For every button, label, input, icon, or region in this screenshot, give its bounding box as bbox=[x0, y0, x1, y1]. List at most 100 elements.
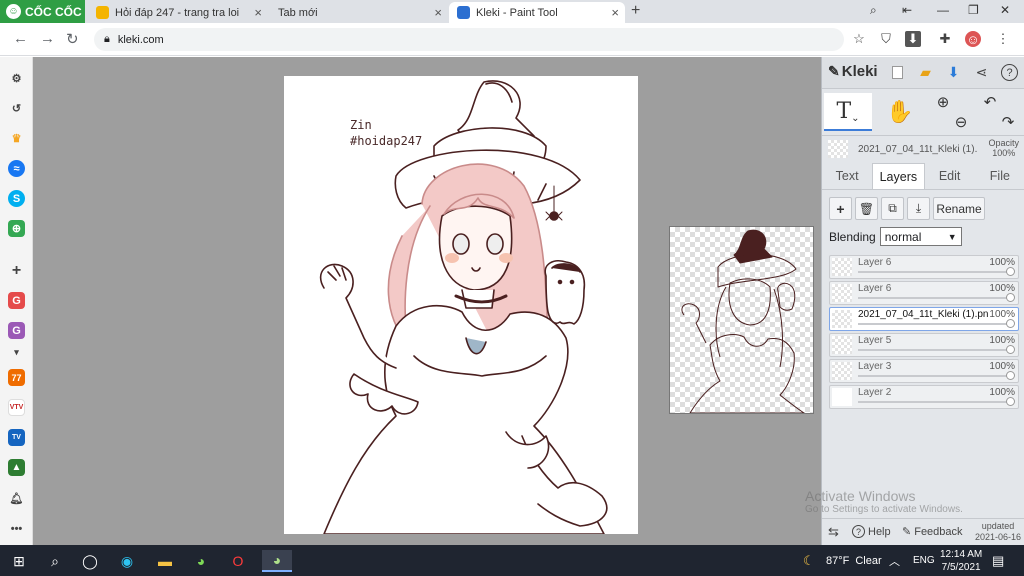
layer-item[interactable]: Layer 6 100% bbox=[829, 255, 1019, 279]
rename-button[interactable]: Rename bbox=[933, 197, 985, 220]
tray-chevron-up-icon[interactable]: ︿ bbox=[889, 553, 900, 569]
more-icon[interactable]: ••• bbox=[8, 520, 25, 537]
layer-opacity-slider[interactable] bbox=[858, 267, 1015, 276]
drawing-canvas[interactable]: Zin #hoidap247 bbox=[284, 76, 638, 534]
help-icon[interactable]: ? bbox=[1001, 64, 1018, 81]
tab-text[interactable]: Text bbox=[822, 163, 872, 189]
slider-handle[interactable] bbox=[1006, 371, 1015, 380]
clock[interactable]: 12:14 AM 7/5/2021 bbox=[940, 548, 982, 574]
zoom-out-icon[interactable]: ⊖ bbox=[948, 93, 974, 131]
layer-item[interactable]: Layer 6 100% bbox=[829, 281, 1019, 305]
share-icon[interactable]: ⋖ bbox=[973, 64, 990, 81]
tab-layers[interactable]: Layers bbox=[872, 163, 925, 189]
layer-item[interactable]: Layer 3 100% bbox=[829, 359, 1019, 383]
tab-kleki[interactable]: Kleki - Paint Tool × bbox=[449, 2, 625, 23]
tab-title: Tab mới bbox=[278, 6, 318, 19]
undo-icon[interactable]: ↶ bbox=[980, 93, 1000, 131]
tab-edit[interactable]: Edit bbox=[925, 163, 975, 189]
close-icon[interactable]: × bbox=[434, 5, 442, 20]
chevron-down-icon[interactable]: ▾ bbox=[8, 344, 25, 361]
avatar[interactable]: ☺ bbox=[965, 31, 981, 47]
messenger-icon[interactable]: ≈ bbox=[8, 160, 25, 177]
close-icon[interactable]: × bbox=[611, 5, 619, 20]
language-indicator[interactable]: ENG bbox=[913, 555, 935, 566]
coccoc-active-taskbar-icon[interactable]: ◕ bbox=[262, 550, 292, 572]
merge-down-icon[interactable]: ⤓ bbox=[907, 197, 930, 220]
edge-icon[interactable]: ◉ bbox=[116, 550, 138, 572]
tab-file[interactable]: File bbox=[975, 163, 1024, 189]
back-arrow-icon[interactable]: ⇤ bbox=[902, 3, 912, 17]
close-window-icon[interactable]: ✕ bbox=[1000, 3, 1010, 17]
skype-icon[interactable]: S bbox=[8, 190, 25, 207]
download-icon[interactable]: ⬇ bbox=[905, 31, 921, 47]
game-icon[interactable]: ⊕ bbox=[8, 220, 25, 237]
reload-icon[interactable]: ↻ bbox=[66, 30, 79, 48]
close-icon[interactable]: × bbox=[254, 5, 262, 20]
delete-layer-icon[interactable]: 🗑︎ bbox=[855, 197, 878, 220]
blending-select[interactable]: normal ▼ bbox=[879, 227, 962, 246]
kleki-workspace: Zin #hoidap247 bbox=[33, 57, 821, 545]
notification-icon[interactable]: ▤ bbox=[992, 553, 1004, 569]
shield-icon[interactable]: ⛉ bbox=[878, 31, 894, 47]
swap-side-icon[interactable]: ⇆ bbox=[828, 524, 839, 540]
save-download-icon[interactable]: ⬇ bbox=[945, 64, 962, 81]
layer-opacity-slider[interactable] bbox=[858, 293, 1015, 302]
file-explorer-icon[interactable]: ▬ bbox=[154, 550, 176, 572]
minimize-icon[interactable]: — bbox=[937, 3, 949, 17]
g-app-icon-2[interactable]: G bbox=[8, 322, 25, 339]
windows-start-icon[interactable]: ⊞ bbox=[8, 550, 30, 572]
new-tab-button[interactable]: + bbox=[631, 2, 640, 20]
kleki-logo[interactable]: ✎ Kleki bbox=[828, 63, 878, 80]
news-77-icon[interactable]: 77 bbox=[8, 369, 25, 386]
layer-opacity-slider[interactable] bbox=[858, 397, 1015, 406]
new-image-icon[interactable] bbox=[892, 66, 903, 79]
education-icon[interactable]: ▲ bbox=[8, 459, 25, 476]
updated-label: updated bbox=[981, 521, 1015, 531]
slider-handle[interactable] bbox=[1006, 319, 1015, 328]
g-app-icon[interactable]: G bbox=[8, 292, 25, 309]
text-tool-button[interactable]: T ⌄ bbox=[824, 93, 872, 131]
menu-icon[interactable]: ⋮ bbox=[995, 31, 1011, 47]
layer-item[interactable]: Layer 2 100% bbox=[829, 385, 1019, 409]
bell-icon[interactable]: 🔔︎ bbox=[8, 490, 25, 507]
coccoc-menu-button[interactable]: ☺ CỐC CỐC bbox=[0, 0, 85, 23]
layer-opacity-slider[interactable] bbox=[858, 345, 1015, 354]
add-layer-button[interactable]: + bbox=[829, 197, 852, 220]
tab-new[interactable]: Tab mới × bbox=[270, 2, 448, 23]
maximize-icon[interactable]: ❐ bbox=[968, 3, 979, 17]
tv-icon[interactable]: TV bbox=[8, 429, 25, 446]
panel-footer: ⇆ ? Help ✎ Feedback updated 2021-06-16 bbox=[822, 518, 1024, 545]
crown-icon[interactable]: ♛ bbox=[8, 130, 25, 147]
settings-icon[interactable]: ⚙ bbox=[8, 70, 25, 87]
help-button[interactable]: ? Help bbox=[852, 525, 891, 538]
hand-tool-icon[interactable]: ✋ bbox=[880, 93, 920, 131]
add-icon[interactable]: + bbox=[8, 262, 25, 279]
feedback-button[interactable]: ✎ Feedback bbox=[902, 525, 963, 539]
coccoc-taskbar-icon[interactable]: ◕ bbox=[190, 550, 212, 572]
slider-handle[interactable] bbox=[1006, 293, 1015, 302]
slider-handle[interactable] bbox=[1006, 345, 1015, 354]
opera-icon[interactable]: O bbox=[227, 550, 249, 572]
weather-widget[interactable]: 87°F Clear bbox=[826, 555, 882, 567]
search-icon[interactable]: ⌕ bbox=[44, 550, 66, 572]
slider-handle[interactable] bbox=[1006, 397, 1015, 406]
layer-opacity-slider[interactable] bbox=[858, 371, 1015, 380]
tab-search-icon[interactable]: ⌕ bbox=[870, 3, 877, 18]
history-icon[interactable]: ↺ bbox=[8, 100, 25, 117]
layer-item[interactable]: Layer 5 100% bbox=[829, 333, 1019, 357]
redo-icon[interactable]: ↷ bbox=[998, 93, 1018, 131]
tab-hoidap[interactable]: Hỏi đáp 247 - trang tra loi × bbox=[88, 2, 268, 23]
layer-item-selected[interactable]: 2021_07_04_11t_Kleki (1).pn 100% bbox=[829, 307, 1019, 331]
layer-opacity-slider[interactable] bbox=[858, 319, 1015, 328]
slider-handle[interactable] bbox=[1006, 267, 1015, 276]
open-folder-icon[interactable]: ▰ bbox=[917, 64, 934, 81]
address-input[interactable]: 🔒︎ kleki.com bbox=[94, 28, 844, 51]
updated-info[interactable]: updated 2021-06-16 bbox=[975, 521, 1021, 543]
back-icon[interactable]: ← bbox=[13, 30, 28, 47]
bookmark-star-icon[interactable]: ☆ bbox=[851, 31, 867, 47]
vtv-icon[interactable]: VTV bbox=[8, 399, 25, 416]
extensions-icon[interactable]: ✚ bbox=[937, 31, 953, 47]
forward-icon[interactable]: → bbox=[40, 30, 55, 47]
duplicate-layer-icon[interactable]: ⧉ bbox=[881, 197, 904, 220]
task-view-icon[interactable]: ◯ bbox=[79, 550, 101, 572]
